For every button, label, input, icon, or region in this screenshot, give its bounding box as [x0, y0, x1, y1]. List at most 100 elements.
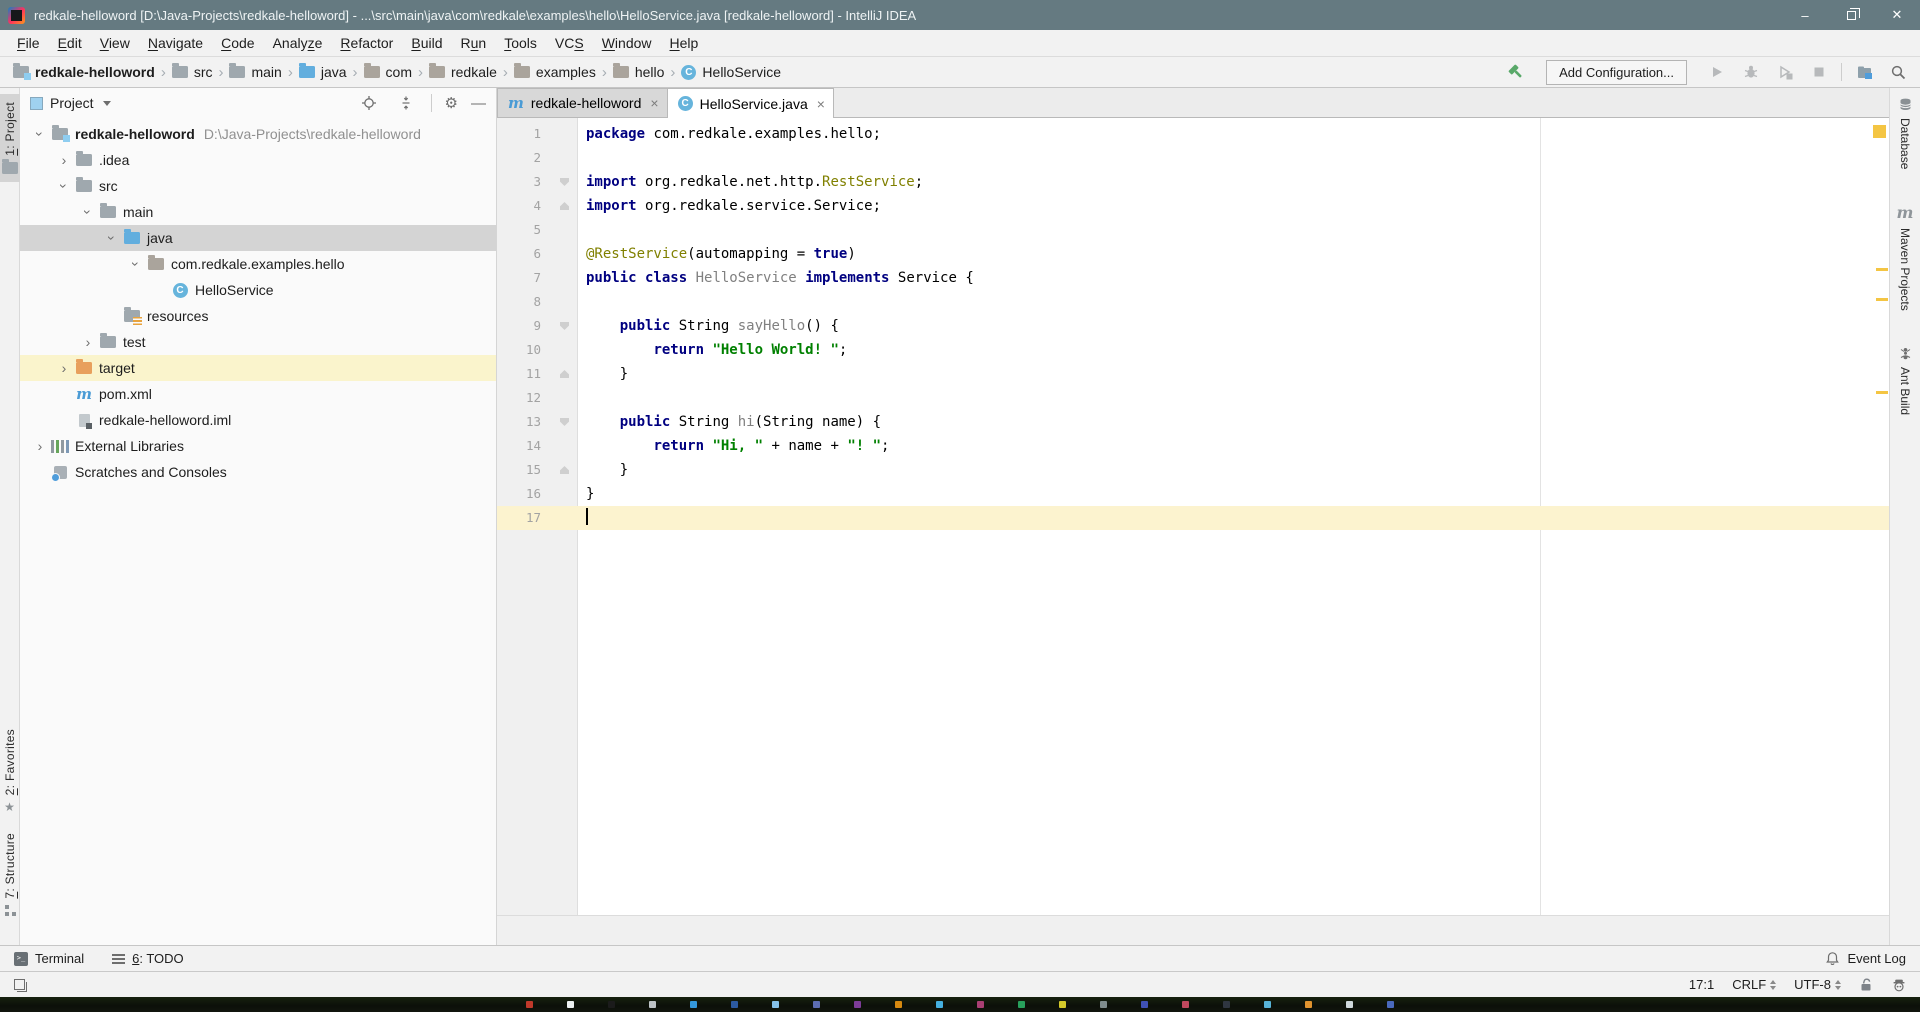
stop-button[interactable]: [1807, 60, 1831, 84]
taskbar-icon[interactable]: [567, 1001, 574, 1008]
minimize-button[interactable]: –: [1782, 0, 1828, 30]
taskbar-icon[interactable]: [772, 1001, 779, 1008]
line-ending-selector[interactable]: CRLF: [1732, 977, 1776, 992]
warning-tick[interactable]: [1876, 268, 1888, 271]
close-tab-icon[interactable]: ×: [650, 95, 658, 111]
code-line-11[interactable]: 11 }: [497, 362, 1889, 386]
hide-panel-button[interactable]: —: [471, 96, 486, 111]
encoding-selector[interactable]: UTF-8: [1794, 977, 1841, 992]
warning-tick[interactable]: [1876, 298, 1888, 301]
tool-stripe-maven-button[interactable]: m Maven Projects: [1897, 205, 1914, 311]
close-button[interactable]: ✕: [1874, 0, 1920, 30]
menu-item-edit[interactable]: Edit: [49, 33, 91, 53]
tree-row-pom-xml[interactable]: mpom.xml: [20, 381, 496, 407]
code-line-13[interactable]: 13 public String hi(String name) {: [497, 410, 1889, 434]
taskbar-icon[interactable]: [608, 1001, 615, 1008]
tree-row-idea[interactable]: ›.idea: [20, 147, 496, 173]
tree-row-target[interactable]: ›target: [20, 355, 496, 381]
taskbar-icon[interactable]: [1387, 1001, 1394, 1008]
tree-row-external-libraries[interactable]: ›External Libraries: [20, 433, 496, 459]
taskbar-icon[interactable]: [1264, 1001, 1271, 1008]
code-line-5[interactable]: 5: [497, 218, 1889, 242]
code-line-3[interactable]: 3import org.redkale.net.http.RestService…: [497, 170, 1889, 194]
taskbar-icon[interactable]: [649, 1001, 656, 1008]
taskbar-icon[interactable]: [1346, 1001, 1353, 1008]
taskbar-icon[interactable]: [936, 1001, 943, 1008]
tree-row-test[interactable]: ›test: [20, 329, 496, 355]
code-line-14[interactable]: 14 return "Hi, " + name + "! ";: [497, 434, 1889, 458]
fold-marker-icon[interactable]: [560, 466, 569, 474]
tab-redkale-helloword[interactable]: mredkale-helloword×: [497, 88, 668, 117]
breadcrumb-examples[interactable]: examples: [511, 62, 599, 82]
tree-row-main[interactable]: ›main: [20, 199, 496, 225]
code-line-17[interactable]: 17: [497, 506, 1889, 530]
menu-item-help[interactable]: Help: [661, 33, 708, 53]
code-line-2[interactable]: 2: [497, 146, 1889, 170]
tree-row-com-redkale-examples-hello[interactable]: ›com.redkale.examples.hello: [20, 251, 496, 277]
taskbar-icon[interactable]: [1305, 1001, 1312, 1008]
tab-helloservice-java[interactable]: CHelloService.java×: [667, 88, 834, 118]
gear-icon[interactable]: ⚙: [445, 96, 458, 111]
chevron-right-icon[interactable]: ›: [54, 361, 74, 375]
toolwindow-toggle-icon[interactable]: [14, 979, 25, 990]
terminal-button[interactable]: Terminal: [14, 951, 84, 966]
add-configuration-button[interactable]: Add Configuration...: [1546, 60, 1687, 85]
fold-marker-icon[interactable]: [560, 370, 569, 378]
taskbar-icon[interactable]: [1100, 1001, 1107, 1008]
menu-item-run[interactable]: Run: [452, 33, 496, 53]
inspection-warnings-indicator[interactable]: [1873, 125, 1886, 138]
chevron-down-icon[interactable]: ›: [81, 202, 95, 222]
locate-file-button[interactable]: [357, 91, 381, 115]
breadcrumb-redkale-helloword[interactable]: redkale-helloword: [10, 62, 158, 82]
editor[interactable]: 1package com.redkale.examples.hello;23im…: [497, 118, 1889, 915]
tree-row-scratches-and-consoles[interactable]: Scratches and Consoles: [20, 459, 496, 485]
chevron-down-icon[interactable]: [103, 101, 111, 106]
chevron-right-icon[interactable]: ›: [30, 439, 50, 453]
taskbar-icon[interactable]: [690, 1001, 697, 1008]
taskbar-icon[interactable]: [854, 1001, 861, 1008]
menu-item-tools[interactable]: Tools: [495, 33, 546, 53]
tool-stripe-project-button[interactable]: 1: Project: [0, 94, 20, 182]
code-line-10[interactable]: 10 return "Hello World! ";: [497, 338, 1889, 362]
project-structure-button[interactable]: [1852, 60, 1876, 84]
taskbar-icon[interactable]: [1018, 1001, 1025, 1008]
taskbar-icon[interactable]: [1182, 1001, 1189, 1008]
search-everywhere-button[interactable]: [1886, 60, 1910, 84]
code-line-7[interactable]: 7public class HelloService implements Se…: [497, 266, 1889, 290]
code-line-6[interactable]: 6@RestService(automapping = true): [497, 242, 1889, 266]
taskbar-icon[interactable]: [813, 1001, 820, 1008]
todo-button[interactable]: 6: TODO: [112, 951, 184, 966]
chevron-right-icon[interactable]: ›: [78, 335, 98, 349]
menu-item-analyze[interactable]: Analyze: [264, 33, 332, 53]
tree-row-redkale-helloword-iml[interactable]: redkale-helloword.iml: [20, 407, 496, 433]
breadcrumb-redkale[interactable]: redkale: [426, 62, 500, 82]
code-line-12[interactable]: 12: [497, 386, 1889, 410]
tool-stripe-ant-button[interactable]: Ant Build: [1898, 347, 1912, 415]
code-line-15[interactable]: 15 }: [497, 458, 1889, 482]
code-line-16[interactable]: 16}: [497, 482, 1889, 506]
taskbar-icon[interactable]: [526, 1001, 533, 1008]
tree-row-helloservice[interactable]: CHelloService: [20, 277, 496, 303]
breadcrumb-java[interactable]: java: [296, 62, 350, 82]
menu-item-vcs[interactable]: VCS: [546, 33, 593, 53]
fold-marker-icon[interactable]: [560, 178, 569, 186]
inspection-profile-button[interactable]: [1892, 978, 1906, 992]
tree-row-java[interactable]: ›java: [20, 225, 496, 251]
code-line-8[interactable]: 8: [497, 290, 1889, 314]
restore-button[interactable]: [1828, 0, 1874, 30]
breadcrumb-helloservice[interactable]: CHelloService: [678, 62, 784, 82]
collapse-all-button[interactable]: [394, 91, 418, 115]
fold-marker-icon[interactable]: [560, 202, 569, 210]
taskbar-icon[interactable]: [1141, 1001, 1148, 1008]
menu-item-build[interactable]: Build: [402, 33, 451, 53]
breadcrumb-main[interactable]: main: [226, 62, 284, 82]
menu-item-view[interactable]: View: [91, 33, 139, 53]
taskbar-icon[interactable]: [977, 1001, 984, 1008]
code-line-4[interactable]: 4import org.redkale.service.Service;: [497, 194, 1889, 218]
run-with-coverage-button[interactable]: [1773, 60, 1797, 84]
code-line-9[interactable]: 9 public String sayHello() {: [497, 314, 1889, 338]
breadcrumb-src[interactable]: src: [169, 62, 216, 82]
breadcrumb-com[interactable]: com: [361, 62, 415, 82]
caret-position[interactable]: 17:1: [1689, 977, 1714, 992]
unlock-button[interactable]: [1859, 977, 1874, 992]
